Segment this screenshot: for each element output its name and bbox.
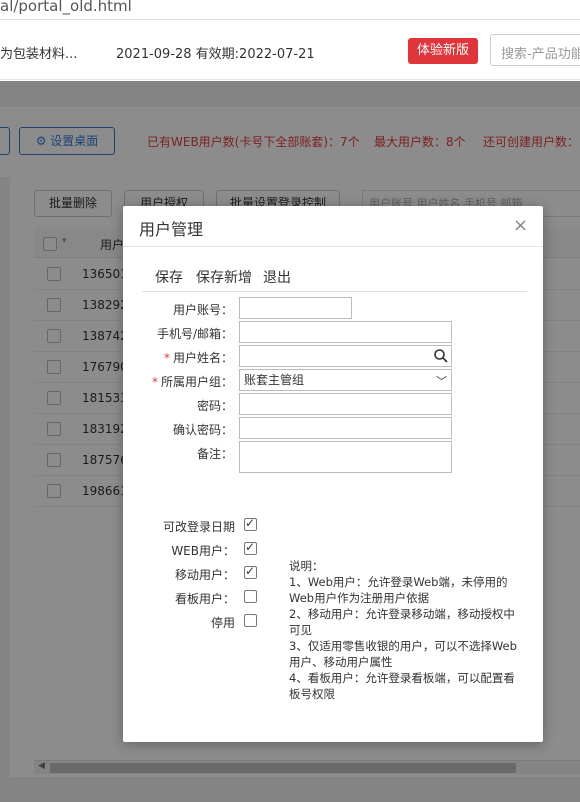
note-line-2: 2、移动用户：允许登录移动端，移动授权中可见 [289, 607, 515, 637]
trial-new-version-button[interactable]: 体验新版 [408, 38, 478, 64]
user-name-input[interactable] [239, 345, 452, 367]
board-user-checkbox[interactable] [244, 590, 257, 603]
user-group-label-text: 所属用户组： [160, 375, 233, 389]
phone-email-input[interactable] [239, 321, 452, 343]
account-label: 用户账号： [172, 303, 233, 317]
change-login-date-checkbox[interactable] [244, 516, 257, 531]
company-name: 为包装材料... [0, 47, 78, 62]
password-label: 密码： [196, 399, 233, 413]
disabled-checkbox[interactable] [244, 614, 257, 627]
phone-email-label: 手机号/邮箱： [156, 327, 233, 341]
search-icon[interactable] [433, 348, 449, 364]
search-placeholder: 搜索-产品功能 [501, 47, 580, 62]
description-note: 说明： 1、Web用户：允许登录Web端，未停用的Web用户作为注册用户依据 2… [289, 558, 525, 702]
divider [123, 246, 543, 247]
account-input[interactable] [239, 297, 352, 319]
exit-button[interactable]: 退出 [263, 267, 291, 287]
user-name-label-text: 用户姓名： [172, 351, 233, 365]
note-line-3: 3、仅适用零售收银的用户，可以不选择Web用户、移动用户属性 [289, 639, 517, 669]
note-title: 说明： [289, 559, 324, 573]
mobile-user-checkbox[interactable] [244, 564, 257, 579]
save-button[interactable]: 保存 [155, 267, 183, 287]
user-group-value: 账套主管组 [244, 373, 305, 387]
url-text: al/portal_old.html [0, 0, 132, 15]
note-line-1: 1、Web用户：允许登录Web端，未停用的Web用户作为注册用户依据 [289, 575, 508, 605]
note-line-4: 4、看板用户：允许登录看板端，可以配置看板号权限 [289, 671, 515, 701]
browser-url-bar[interactable]: al/portal_old.html [0, 0, 580, 20]
required-mark: * [163, 351, 170, 365]
confirm-password-label: 确认密码： [172, 423, 233, 437]
remark-label: 备注： [196, 447, 233, 461]
remark-textarea[interactable] [239, 441, 452, 473]
user-management-dialog: 用户管理 × 保存 保存新增 退出 用户账号： 手机号/邮箱： * 用户姓名： *… [123, 206, 543, 742]
required-mark: * [151, 375, 158, 389]
save-new-button[interactable]: 保存新增 [196, 267, 252, 287]
change-login-date-label: 可改登录日期 [162, 520, 235, 534]
feature-search-input[interactable]: 搜索-产品功能 [490, 34, 580, 66]
confirm-password-input[interactable] [239, 417, 452, 439]
close-icon[interactable]: × [513, 215, 528, 236]
user-group-select[interactable]: 账套主管组 ﹀ [239, 369, 452, 391]
user-group-label: * 所属用户组： [123, 373, 233, 390]
user-name-label: * 用户姓名： [123, 349, 233, 366]
divider [142, 291, 527, 292]
mobile-user-label: 移动用户： [174, 568, 235, 582]
chevron-down-icon: ﹀ [436, 375, 447, 388]
disabled-label: 停用 [210, 616, 235, 630]
board-user-label: 看板用户： [174, 592, 235, 606]
password-input[interactable] [239, 393, 452, 415]
web-user-label: WEB用户： [171, 544, 235, 558]
web-user-checkbox[interactable] [244, 540, 257, 555]
dialog-title: 用户管理 [139, 220, 204, 239]
validity-dates: 2021-09-28 有效期:2022-07-21 [116, 47, 315, 62]
app-header: 为包装材料... 2021-09-28 有效期:2022-07-21 体验新版 … [0, 20, 580, 80]
